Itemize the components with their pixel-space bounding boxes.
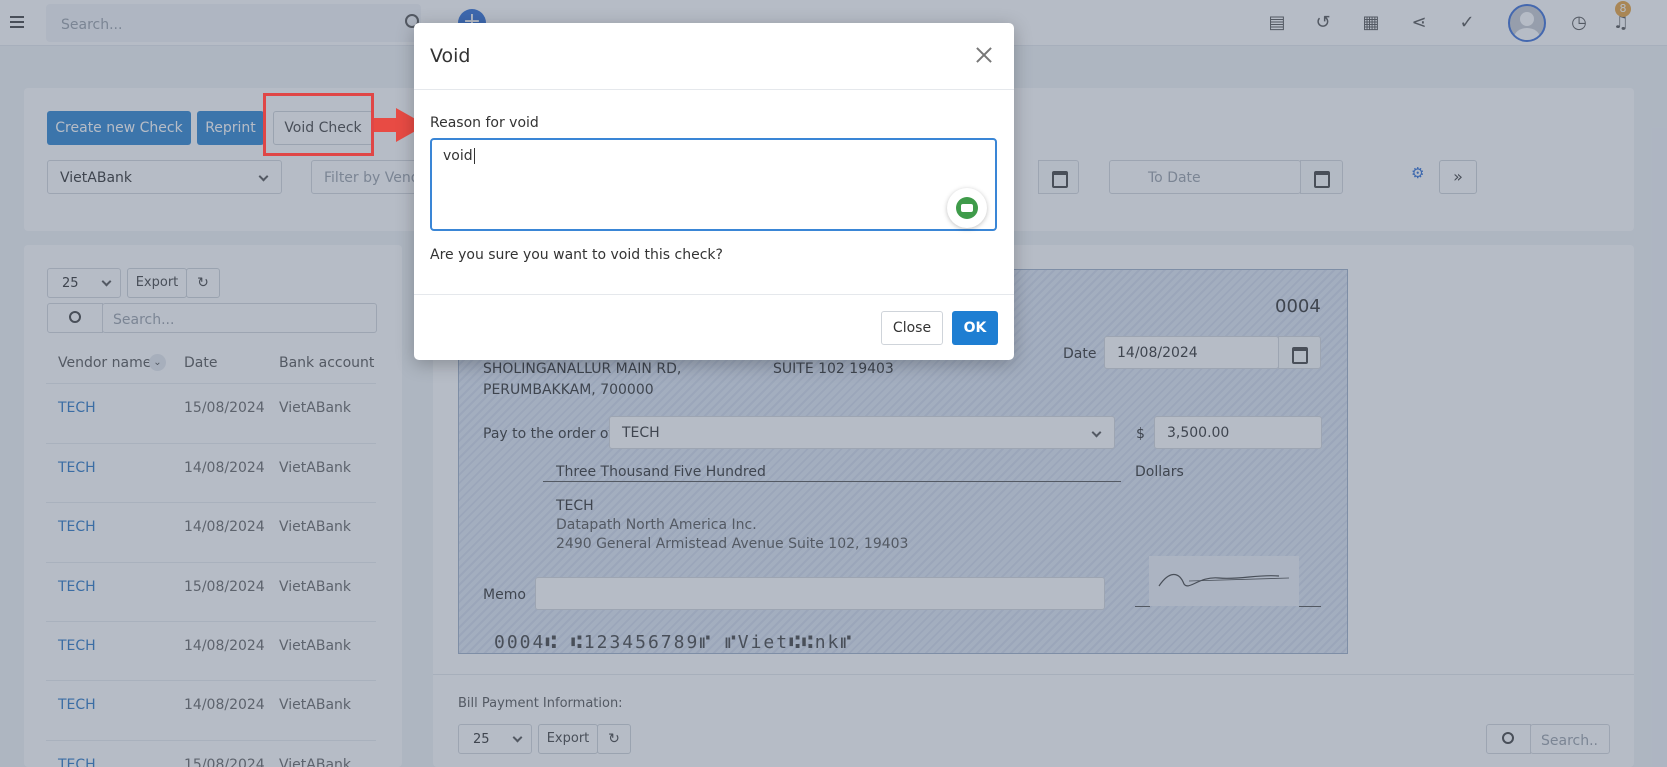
modal-ok-button[interactable]: OK [952,311,998,345]
modal-close-button[interactable]: Close [881,311,943,345]
reason-textarea[interactable]: void [430,138,997,231]
reason-value: void [443,148,473,164]
modal-footer-divider [414,294,1014,295]
void-modal: Void Reason for void void Are you sure y… [414,23,1014,360]
confirm-question: Are you sure you want to void this check… [430,247,723,263]
text-cursor [473,148,475,164]
robot-assistant-icon[interactable] [947,188,987,228]
annotation-highlight [263,93,374,156]
modal-header-divider [414,89,1014,90]
modal-title: Void [430,45,471,67]
close-icon[interactable] [974,45,994,65]
reason-label: Reason for void [430,115,539,131]
